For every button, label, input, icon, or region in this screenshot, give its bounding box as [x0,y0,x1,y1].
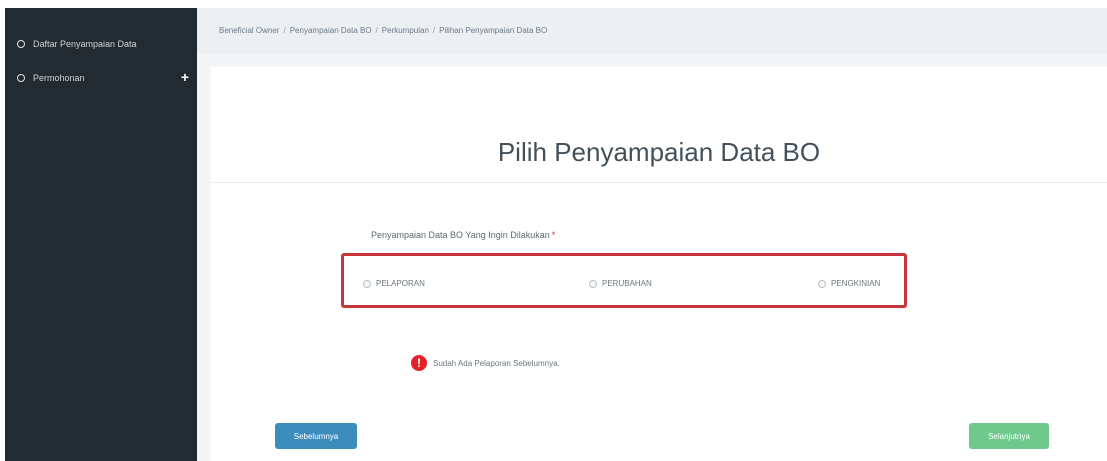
sidebar-item-label: Permohonan [33,73,85,83]
breadcrumb-separator: / [432,26,436,35]
alert-text: Sudah Ada Pelaporan Sebelumnya. [433,358,560,368]
alert-message: ! Sudah Ada Pelaporan Sebelumnya. [411,355,560,371]
sidebar: Daftar Penyampaian Data Permohonan + [5,8,197,461]
previous-button[interactable]: Sebelumnya [275,423,357,449]
main-card: Pilih Penyampaian Data BO Penyampaian Da… [211,67,1107,461]
circle-icon [17,40,25,48]
field-label: Penyampaian Data BO Yang Ingin Dilakukan… [371,230,555,240]
radio-option-pengkinian[interactable]: PENGKINIAN [818,279,880,288]
radio-group-highlight: PELAPORAN PERUBAHAN PENGKINIAN [341,253,907,308]
radio-button-icon[interactable] [363,279,371,288]
sidebar-item-permohonan[interactable]: Permohonan + [5,67,197,89]
breadcrumb: Beneficial Owner / Penyampaian Data BO / Per… [219,26,547,35]
top-bar: Beneficial Owner / Penyampaian Data BO / Per… [197,8,1107,54]
exclamation-icon: ! [411,355,427,371]
breadcrumb-separator: / [283,26,286,35]
breadcrumb-item-perkumpulan[interactable]: Perkumpulan [382,26,429,35]
sidebar-item-daftar-penyampaian-data[interactable]: Daftar Penyampaian Data [5,33,197,55]
radio-option-label: PENGKINIAN [831,279,881,288]
breadcrumb-item-beneficial-owner[interactable]: Beneficial Owner [219,26,279,35]
required-mark: * [551,230,556,240]
radio-button-icon[interactable] [589,279,597,288]
radio-option-label: PELAPORAN [376,279,425,288]
breadcrumb-separator: / [375,26,378,35]
circle-icon [17,74,25,82]
page-title: Pilih Penyampaian Data BO [497,137,821,167]
sidebar-item-label: Daftar Penyampaian Data [33,39,137,49]
app-frame: Daftar Penyampaian Data Permohonan + Ben… [0,0,1107,461]
radio-option-pelaporan[interactable]: PELAPORAN [363,279,425,288]
divider [211,182,1107,183]
radio-button-icon[interactable] [818,279,826,288]
field-label-text: Penyampaian Data BO Yang Ingin Dilakukan [371,230,550,240]
breadcrumb-item-penyampaian-data-bo[interactable]: Penyampaian Data BO [290,26,372,35]
breadcrumb-item-current: Pilihan Penyampaian Data BO [439,26,548,35]
radio-option-label: PERUBAHAN [602,279,652,288]
radio-option-perubahan[interactable]: PERUBAHAN [589,279,652,288]
plus-icon[interactable]: + [181,70,189,84]
next-button[interactable]: Selanjutnya [969,423,1049,449]
